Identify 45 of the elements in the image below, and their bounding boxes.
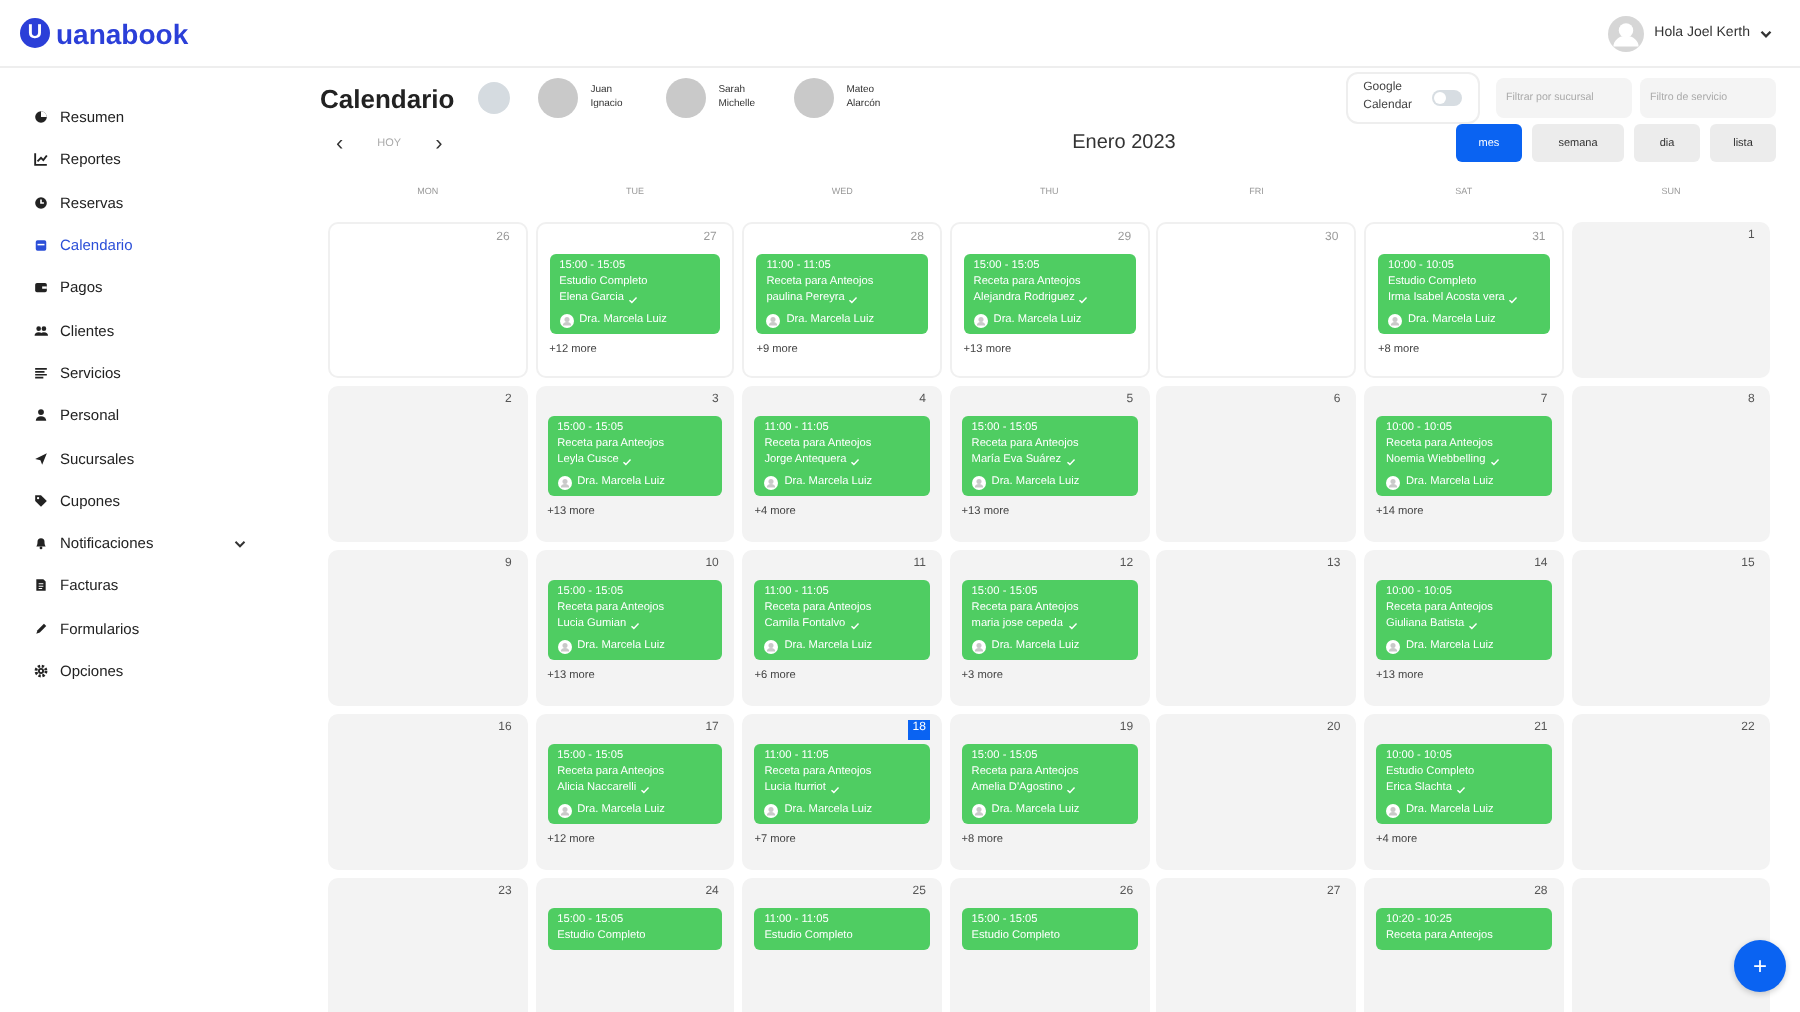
- document-icon: [34, 578, 48, 593]
- add-staff-button[interactable]: [478, 82, 511, 114]
- list-icon: [34, 365, 48, 380]
- avatar-icon: [557, 640, 572, 654]
- wallet-icon: [34, 280, 48, 295]
- avatar-icon: [557, 804, 572, 818]
- user-avatar-icon[interactable]: [1608, 15, 1645, 51]
- photo-placeholder[interactable]: [666, 78, 707, 118]
- month-title: Enero 2023: [1072, 132, 1176, 154]
- toggle-switch[interactable]: [1432, 90, 1462, 106]
- paper-plane-icon: [34, 451, 48, 466]
- avatar-icon: [1385, 804, 1400, 818]
- avatar-icon: [1385, 476, 1400, 490]
- calendar-icon: [34, 238, 48, 253]
- gear-icon: [34, 664, 48, 678]
- pen-icon: [34, 621, 48, 636]
- photo-placeholder[interactable]: [538, 78, 579, 118]
- bell-icon: [34, 536, 48, 551]
- avatar-icon: [1385, 640, 1400, 654]
- avatar-icon: [766, 314, 781, 328]
- day-cell[interactable]: [1571, 878, 1771, 1012]
- logo-text[interactable]: uanabook: [56, 17, 189, 49]
- avatar-icon: [971, 804, 986, 818]
- avatar-icon: [973, 314, 988, 328]
- line-chart-icon: [34, 152, 48, 167]
- photo-placeholder[interactable]: [794, 78, 835, 118]
- avatar-icon: [557, 476, 572, 490]
- add-button[interactable]: +: [1734, 940, 1786, 992]
- previous-button[interactable]: ‹: [332, 131, 348, 155]
- avatar-icon: [1387, 314, 1402, 328]
- avatar-icon: [764, 804, 779, 818]
- caret-icon[interactable]: [1760, 27, 1772, 39]
- tag-icon: [34, 493, 48, 508]
- clock-icon: [34, 195, 48, 210]
- people-icon: [34, 323, 48, 338]
- avatar-icon: [764, 476, 779, 490]
- avatar-icon: [559, 314, 574, 328]
- pie-chart-icon: [34, 110, 48, 125]
- next-button[interactable]: ›: [431, 131, 447, 155]
- page-title: Calendario: [320, 83, 455, 113]
- person-icon: [34, 408, 48, 423]
- logo-mark[interactable]: U: [20, 18, 50, 48]
- avatar-icon: [764, 640, 779, 654]
- avatar-icon: [971, 476, 986, 490]
- avatar-icon: [971, 640, 986, 654]
